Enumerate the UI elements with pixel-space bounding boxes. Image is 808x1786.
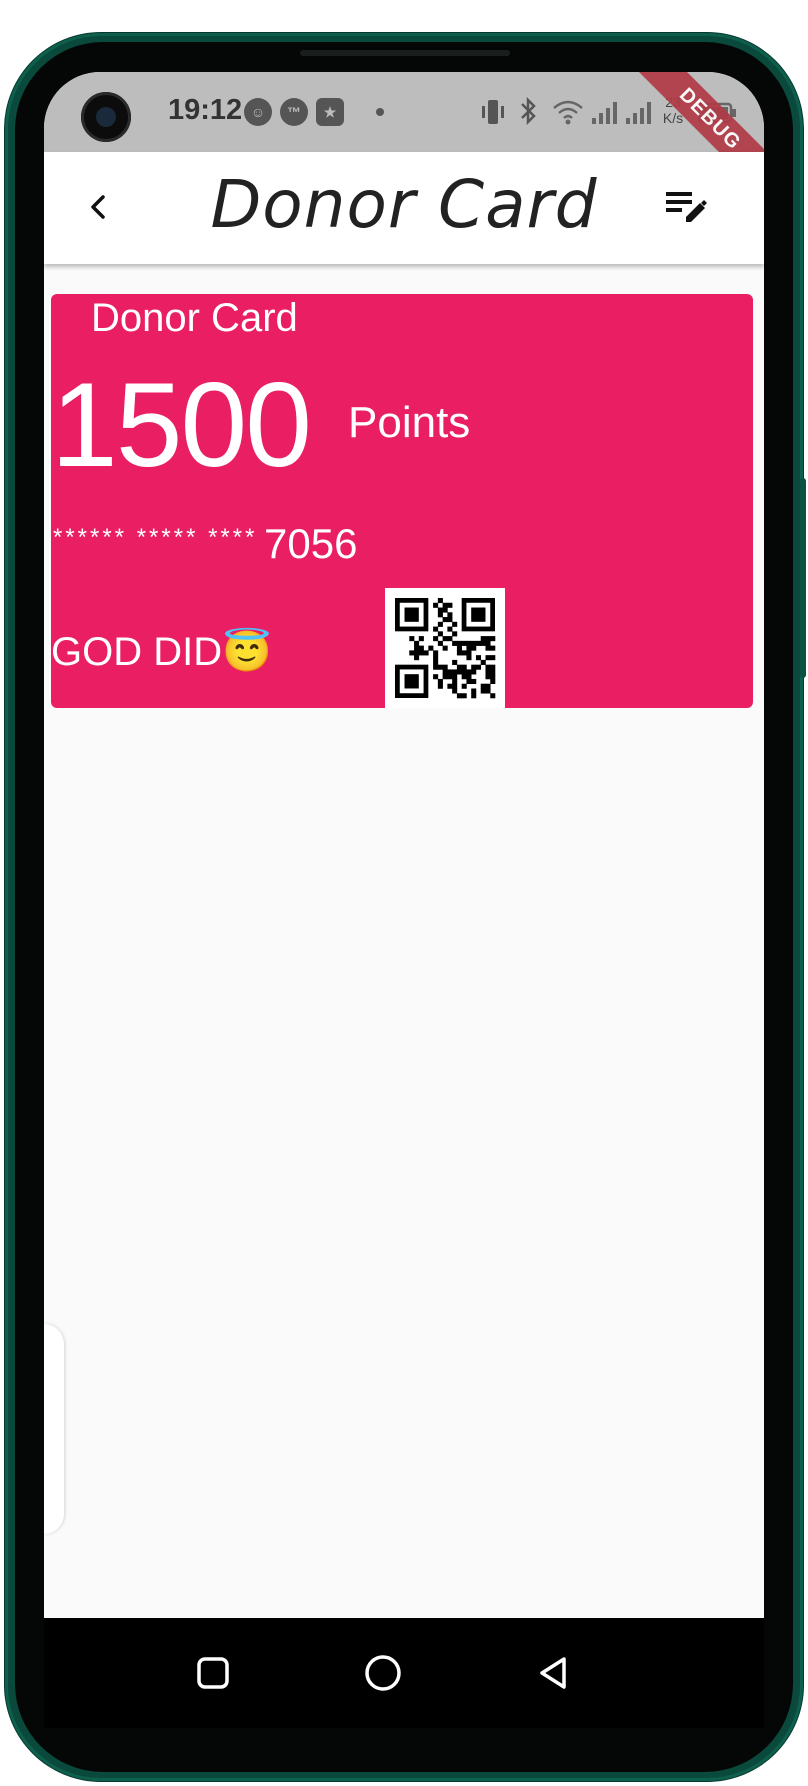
recents-button[interactable] xyxy=(188,1648,238,1698)
edit-button[interactable] xyxy=(664,186,710,228)
side-button xyxy=(800,478,806,678)
qr-code-graphic xyxy=(395,598,496,699)
more-notifications-dot xyxy=(376,108,384,116)
side-drawer-tab[interactable] xyxy=(44,1324,64,1534)
app-bar: Donor Card xyxy=(44,152,764,264)
donor-card[interactable]: Donor Card 1500 Points ****** ***** ****… xyxy=(51,294,753,708)
card-last-digits: 7056 xyxy=(264,520,358,567)
points-value: 1500 xyxy=(51,358,312,492)
star-app-icon: ★ xyxy=(316,98,344,126)
card-label: Donor Card xyxy=(91,296,298,340)
status-bar: 19:12 ☺ ™ ★ 23 K/s xyxy=(44,72,764,202)
points-unit: Points xyxy=(348,398,471,447)
home-button[interactable] xyxy=(358,1648,408,1698)
baby-face-icon: ☺ xyxy=(244,98,272,126)
square-icon xyxy=(197,1657,229,1689)
system-nav-bar xyxy=(44,1618,764,1728)
circle-icon xyxy=(365,1655,401,1691)
bluetooth-icon xyxy=(521,96,536,126)
back-nav-button[interactable] xyxy=(528,1648,578,1698)
tm-icon: ™ xyxy=(280,98,308,126)
edit-note-icon xyxy=(666,192,707,222)
triangle-back-icon xyxy=(540,1657,566,1689)
wifi-icon xyxy=(553,100,583,125)
status-time: 19:12 xyxy=(168,94,243,126)
qr-code-icon[interactable] xyxy=(385,588,505,708)
page-title: Donor Card xyxy=(210,166,598,243)
masked-card-number: ****** ***** **** xyxy=(53,524,258,551)
app-screen: 19:12 ☺ ™ ★ 23 K/s xyxy=(44,72,764,1618)
vibrate-icon xyxy=(482,100,504,124)
signal-icon-1 xyxy=(592,102,617,124)
signal-icon-2 xyxy=(626,102,651,124)
front-camera xyxy=(81,92,131,142)
earpiece-speaker xyxy=(300,50,510,56)
card-motto: GOD DID😇 xyxy=(51,630,272,674)
